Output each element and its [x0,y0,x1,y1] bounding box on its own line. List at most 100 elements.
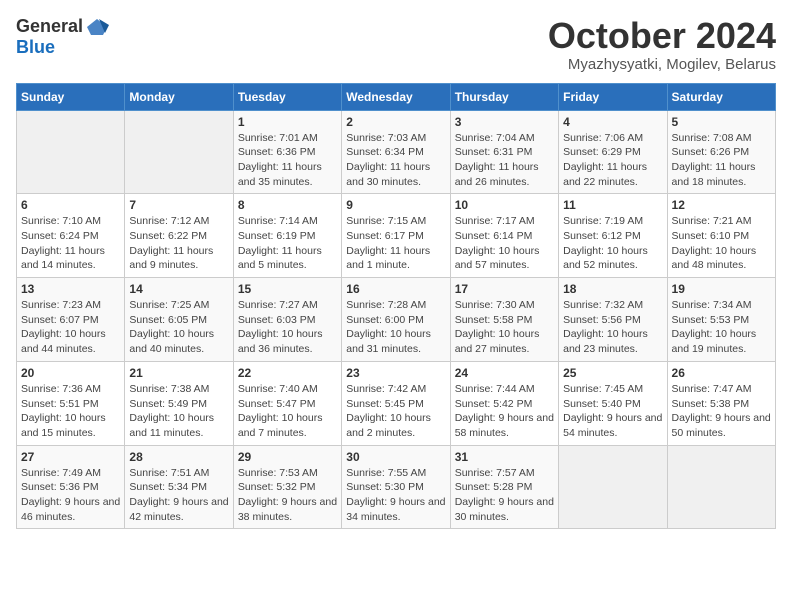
day-number: 29 [238,450,337,464]
day-info: Sunrise: 7:01 AMSunset: 6:36 PMDaylight:… [238,131,337,190]
logo-general-text: General [16,16,83,37]
day-number: 2 [346,115,445,129]
page-header: General Blue October 2024 Myazhysyatki, … [16,16,776,73]
logo: General Blue [16,16,109,58]
weekday-header-cell: Monday [125,83,233,110]
calendar-day-cell: 22 Sunrise: 7:40 AMSunset: 5:47 PMDaylig… [233,361,341,445]
day-number: 12 [672,198,771,212]
calendar-day-cell: 27 Sunrise: 7:49 AMSunset: 5:36 PMDaylig… [17,445,125,529]
calendar-day-cell: 3 Sunrise: 7:04 AMSunset: 6:31 PMDayligh… [450,110,558,194]
calendar-week-row: 13 Sunrise: 7:23 AMSunset: 6:07 PMDaylig… [17,278,776,362]
weekday-header-cell: Tuesday [233,83,341,110]
calendar-day-cell: 17 Sunrise: 7:30 AMSunset: 5:58 PMDaylig… [450,278,558,362]
day-number: 8 [238,198,337,212]
calendar-day-cell [667,445,775,529]
day-number: 28 [129,450,228,464]
weekday-header-cell: Thursday [450,83,558,110]
day-info: Sunrise: 7:10 AMSunset: 6:24 PMDaylight:… [21,214,120,273]
day-info: Sunrise: 7:45 AMSunset: 5:40 PMDaylight:… [563,382,662,441]
day-number: 27 [21,450,120,464]
day-info: Sunrise: 7:14 AMSunset: 6:19 PMDaylight:… [238,214,337,273]
day-info: Sunrise: 7:38 AMSunset: 5:49 PMDaylight:… [129,382,228,441]
calendar-body: 1 Sunrise: 7:01 AMSunset: 6:36 PMDayligh… [17,110,776,529]
calendar-day-cell: 7 Sunrise: 7:12 AMSunset: 6:22 PMDayligh… [125,194,233,278]
day-number: 19 [672,282,771,296]
day-number: 31 [455,450,554,464]
day-info: Sunrise: 7:47 AMSunset: 5:38 PMDaylight:… [672,382,771,441]
day-number: 1 [238,115,337,129]
day-number: 13 [21,282,120,296]
day-info: Sunrise: 7:12 AMSunset: 6:22 PMDaylight:… [129,214,228,273]
day-number: 23 [346,366,445,380]
calendar-day-cell: 20 Sunrise: 7:36 AMSunset: 5:51 PMDaylig… [17,361,125,445]
day-number: 11 [563,198,662,212]
day-number: 14 [129,282,228,296]
day-info: Sunrise: 7:42 AMSunset: 5:45 PMDaylight:… [346,382,445,441]
day-number: 24 [455,366,554,380]
calendar-day-cell: 1 Sunrise: 7:01 AMSunset: 6:36 PMDayligh… [233,110,341,194]
calendar-day-cell: 2 Sunrise: 7:03 AMSunset: 6:34 PMDayligh… [342,110,450,194]
calendar-day-cell [559,445,667,529]
day-info: Sunrise: 7:53 AMSunset: 5:32 PMDaylight:… [238,466,337,525]
day-number: 6 [21,198,120,212]
calendar-day-cell: 13 Sunrise: 7:23 AMSunset: 6:07 PMDaylig… [17,278,125,362]
day-info: Sunrise: 7:34 AMSunset: 5:53 PMDaylight:… [672,298,771,357]
day-info: Sunrise: 7:55 AMSunset: 5:30 PMDaylight:… [346,466,445,525]
day-info: Sunrise: 7:25 AMSunset: 6:05 PMDaylight:… [129,298,228,357]
calendar-week-row: 27 Sunrise: 7:49 AMSunset: 5:36 PMDaylig… [17,445,776,529]
day-number: 18 [563,282,662,296]
calendar-day-cell: 19 Sunrise: 7:34 AMSunset: 5:53 PMDaylig… [667,278,775,362]
day-number: 21 [129,366,228,380]
day-info: Sunrise: 7:23 AMSunset: 6:07 PMDaylight:… [21,298,120,357]
day-info: Sunrise: 7:49 AMSunset: 5:36 PMDaylight:… [21,466,120,525]
calendar-week-row: 20 Sunrise: 7:36 AMSunset: 5:51 PMDaylig… [17,361,776,445]
location-subtitle: Myazhysyatki, Mogilev, Belarus [548,56,776,73]
day-number: 16 [346,282,445,296]
calendar-day-cell: 28 Sunrise: 7:51 AMSunset: 5:34 PMDaylig… [125,445,233,529]
day-info: Sunrise: 7:30 AMSunset: 5:58 PMDaylight:… [455,298,554,357]
calendar-day-cell: 23 Sunrise: 7:42 AMSunset: 5:45 PMDaylig… [342,361,450,445]
weekday-header-cell: Friday [559,83,667,110]
calendar-day-cell: 24 Sunrise: 7:44 AMSunset: 5:42 PMDaylig… [450,361,558,445]
day-number: 3 [455,115,554,129]
day-number: 15 [238,282,337,296]
weekday-header-cell: Saturday [667,83,775,110]
day-info: Sunrise: 7:15 AMSunset: 6:17 PMDaylight:… [346,214,445,273]
calendar-day-cell: 14 Sunrise: 7:25 AMSunset: 6:05 PMDaylig… [125,278,233,362]
day-number: 9 [346,198,445,212]
calendar-week-row: 6 Sunrise: 7:10 AMSunset: 6:24 PMDayligh… [17,194,776,278]
weekday-header-row: SundayMondayTuesdayWednesdayThursdayFrid… [17,83,776,110]
day-info: Sunrise: 7:32 AMSunset: 5:56 PMDaylight:… [563,298,662,357]
day-number: 10 [455,198,554,212]
day-info: Sunrise: 7:44 AMSunset: 5:42 PMDaylight:… [455,382,554,441]
day-number: 25 [563,366,662,380]
calendar-day-cell: 9 Sunrise: 7:15 AMSunset: 6:17 PMDayligh… [342,194,450,278]
calendar-day-cell: 5 Sunrise: 7:08 AMSunset: 6:26 PMDayligh… [667,110,775,194]
calendar-day-cell: 26 Sunrise: 7:47 AMSunset: 5:38 PMDaylig… [667,361,775,445]
calendar-day-cell: 8 Sunrise: 7:14 AMSunset: 6:19 PMDayligh… [233,194,341,278]
day-info: Sunrise: 7:36 AMSunset: 5:51 PMDaylight:… [21,382,120,441]
calendar-day-cell: 30 Sunrise: 7:55 AMSunset: 5:30 PMDaylig… [342,445,450,529]
month-title: October 2024 [548,16,776,56]
day-number: 20 [21,366,120,380]
logo-icon [85,17,109,37]
day-info: Sunrise: 7:04 AMSunset: 6:31 PMDaylight:… [455,131,554,190]
day-info: Sunrise: 7:19 AMSunset: 6:12 PMDaylight:… [563,214,662,273]
calendar-day-cell: 6 Sunrise: 7:10 AMSunset: 6:24 PMDayligh… [17,194,125,278]
day-number: 26 [672,366,771,380]
logo-blue-text: Blue [16,37,55,58]
day-info: Sunrise: 7:08 AMSunset: 6:26 PMDaylight:… [672,131,771,190]
day-number: 30 [346,450,445,464]
calendar-table: SundayMondayTuesdayWednesdayThursdayFrid… [16,83,776,530]
day-number: 17 [455,282,554,296]
weekday-header-cell: Sunday [17,83,125,110]
calendar-day-cell: 12 Sunrise: 7:21 AMSunset: 6:10 PMDaylig… [667,194,775,278]
calendar-day-cell [125,110,233,194]
weekday-header-cell: Wednesday [342,83,450,110]
day-info: Sunrise: 7:27 AMSunset: 6:03 PMDaylight:… [238,298,337,357]
day-info: Sunrise: 7:03 AMSunset: 6:34 PMDaylight:… [346,131,445,190]
day-info: Sunrise: 7:06 AMSunset: 6:29 PMDaylight:… [563,131,662,190]
day-number: 5 [672,115,771,129]
calendar-day-cell: 11 Sunrise: 7:19 AMSunset: 6:12 PMDaylig… [559,194,667,278]
title-section: October 2024 Myazhysyatki, Mogilev, Bela… [548,16,776,73]
